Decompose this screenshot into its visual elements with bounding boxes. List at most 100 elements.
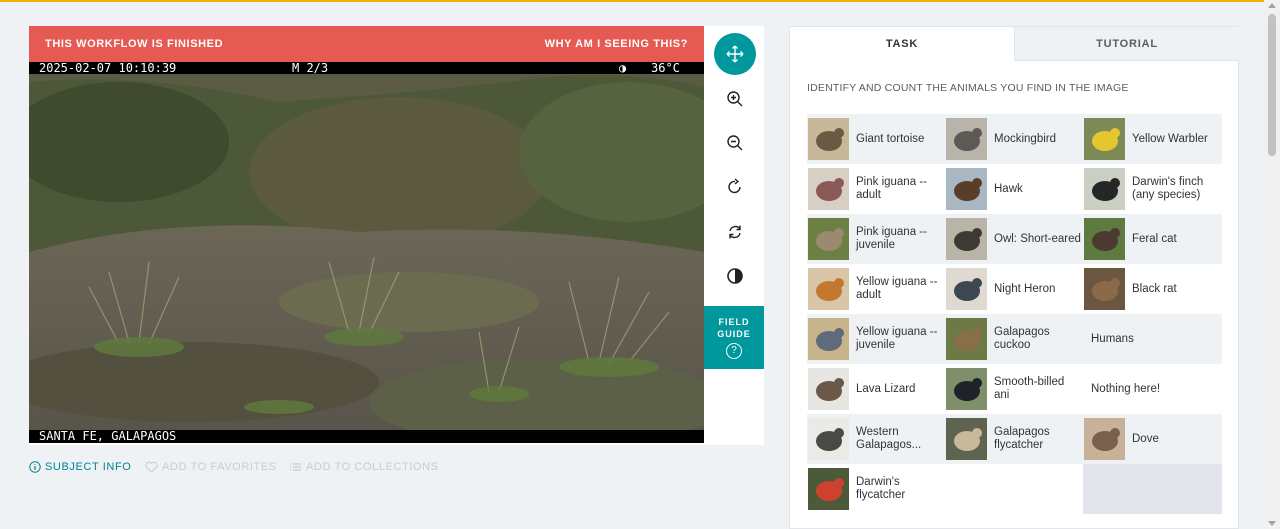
invert-button[interactable] (714, 255, 756, 297)
heart-icon (145, 461, 158, 473)
subject-image[interactable]: 2025-02-07 10:10:39 M 2/3 ◑ 36°C SANTA F… (29, 62, 704, 443)
choice-label: Galapagos flycatcher (994, 426, 1050, 451)
choice-label: Darwin's finch (any species) (1132, 176, 1204, 201)
choice-label: Nothing here! (1091, 382, 1161, 395)
choice-label: Western Galapagos... (856, 426, 922, 451)
choice-yellow-iguana[interactable]: Yellow iguana -- adult (807, 264, 945, 314)
choice-rat[interactable]: Black rat (1083, 264, 1222, 314)
choice-hawk[interactable]: Hawk (945, 164, 1083, 214)
invert-icon (727, 268, 743, 284)
subject-info-link[interactable]: SUBJECT INFO (29, 461, 131, 473)
choice-pink-iguana[interactable]: Pink iguana -- adult (807, 164, 945, 214)
choice-ani[interactable]: Smooth-billed ani (945, 364, 1083, 414)
zoom-in-button[interactable] (714, 78, 756, 120)
choice-label: Galapagos cuckoo (994, 326, 1050, 351)
camera-location: SANTA FE, GALAPAGOS (39, 429, 177, 443)
choice-label: Yellow Warbler (1132, 132, 1208, 145)
choice-label: Black rat (1132, 282, 1177, 295)
choice-flycatcher[interactable]: Galapagos flycatcher (945, 414, 1083, 464)
mockingbird-icon (946, 118, 987, 160)
choice-label: Darwin's flycatcher (856, 476, 906, 501)
choice-label: Humans (1091, 332, 1134, 345)
tab-task[interactable]: TASK (790, 27, 1014, 61)
choice-pink-iguana-juvenile[interactable]: Pink iguana -- juvenile (807, 214, 945, 264)
reset-button[interactable] (714, 211, 756, 253)
species-choice-grid: Giant tortoise Mockingbird Yellow Warbler P… (807, 114, 1222, 514)
choice-mockingbird[interactable]: Mockingbird (945, 114, 1083, 164)
choice-label: Mockingbird (994, 132, 1056, 145)
choice-warbler[interactable]: Yellow Warbler (1083, 114, 1222, 164)
tab-tutorial[interactable]: TUTORIAL (1014, 27, 1239, 61)
choice-label: Yellow iguana -- adult (856, 276, 938, 301)
pink-iguana-icon (808, 168, 849, 210)
choice-owl[interactable]: Owl: Short-eared (945, 214, 1083, 264)
choice-label: Feral cat (1132, 232, 1177, 245)
rotate-button[interactable] (714, 166, 756, 208)
workflow-finished-banner: THIS WORKFLOW IS FINISHED WHY AM I SEEIN… (29, 26, 704, 62)
yellow-iguana-icon (808, 268, 849, 310)
subject-info-label: SUBJECT INFO (45, 461, 132, 473)
choice-label: Night Heron (994, 282, 1056, 295)
top-accent-bar (0, 0, 1264, 2)
tortoise-icon (808, 118, 849, 160)
choice-label: Pink iguana -- juvenile (856, 226, 927, 251)
add-to-favorites-label: ADD TO FAVORITES (162, 461, 277, 473)
choice-tortoise[interactable]: Giant tortoise (807, 114, 945, 164)
choice-lava-lizard[interactable]: Lava Lizard (807, 364, 945, 414)
cat-icon (1084, 218, 1125, 260)
pink-iguana-juvenile-icon (808, 218, 849, 260)
heron-icon (946, 268, 987, 310)
add-to-collections-label: ADD TO COLLECTIONS (306, 461, 439, 473)
choice-label: Hawk (994, 182, 1023, 195)
choice-humans[interactable]: Humans (1083, 314, 1222, 364)
help-icon: ? (726, 343, 742, 359)
choice-snake[interactable]: Western Galapagos... (807, 414, 945, 464)
zoom-out-button[interactable] (714, 122, 756, 164)
move-button[interactable] (714, 33, 756, 75)
field-guide-label: FIELD GUIDE (717, 317, 751, 339)
hawk-icon (946, 168, 987, 210)
rat-icon (1084, 268, 1125, 310)
info-icon (29, 461, 41, 473)
choice-label: Yellow iguana -- juvenile (856, 326, 938, 351)
choice-red-flycatcher[interactable]: Darwin's flycatcher (807, 464, 945, 514)
field-guide-button[interactable]: FIELD GUIDE ? (704, 306, 764, 369)
camera-frame: M 2/3 (292, 62, 329, 75)
scroll-down-icon[interactable] (1268, 521, 1276, 526)
scroll-up-icon[interactable] (1268, 3, 1276, 8)
cuckoo-icon (946, 318, 987, 360)
choice-nothing-here-[interactable]: Nothing here! (1083, 364, 1222, 414)
yellow-iguana-juvenile-icon (808, 318, 849, 360)
page-scrollbar[interactable] (1264, 0, 1280, 529)
moon-phase-icon: ◑ (619, 62, 627, 75)
choice-label: Owl: Short-eared (994, 232, 1081, 245)
task-instruction: IDENTIFY AND COUNT THE ANIMALS YOU FIND … (807, 82, 1129, 94)
subject-viewer: THIS WORKFLOW IS FINISHED WHY AM I SEEIN… (29, 26, 764, 445)
red-flycatcher-icon (808, 468, 849, 510)
move-icon (726, 45, 744, 63)
choice-label: Giant tortoise (856, 132, 925, 145)
choice-label: Dove (1132, 432, 1159, 445)
lava-lizard-icon (808, 368, 849, 410)
choice-label: Smooth-billed ani (994, 376, 1065, 401)
image-toolbar: FIELD GUIDE ? (704, 26, 764, 445)
choice-dove[interactable]: Dove (1083, 414, 1222, 464)
choice-finch[interactable]: Darwin's finch (any species) (1083, 164, 1222, 214)
choice-label: Lava Lizard (856, 382, 916, 395)
camera-timestamp: 2025-02-07 10:10:39 (39, 62, 177, 75)
dove-icon (1084, 418, 1125, 460)
scroll-thumb[interactable] (1268, 14, 1276, 156)
camera-info-strip: 2025-02-07 10:10:39 M 2/3 ◑ 36°C (29, 62, 704, 74)
flycatcher-icon (946, 418, 987, 460)
owl-icon (946, 218, 987, 260)
choice-cuckoo[interactable]: Galapagos cuckoo (945, 314, 1083, 364)
choice-yellow-iguana-juvenile[interactable]: Yellow iguana -- juvenile (807, 314, 945, 364)
camera-temperature: 36°C (651, 62, 680, 75)
choice-heron[interactable]: Night Heron (945, 264, 1083, 314)
choice-label: Pink iguana -- adult (856, 176, 927, 201)
why-seeing-this-link[interactable]: WHY AM I SEEING THIS? (545, 38, 688, 50)
rotate-icon (728, 178, 741, 194)
add-to-collections-link[interactable]: ADD TO COLLECTIONS (289, 461, 439, 473)
add-to-favorites-link[interactable]: ADD TO FAVORITES (145, 461, 277, 473)
choice-cat[interactable]: Feral cat (1083, 214, 1222, 264)
